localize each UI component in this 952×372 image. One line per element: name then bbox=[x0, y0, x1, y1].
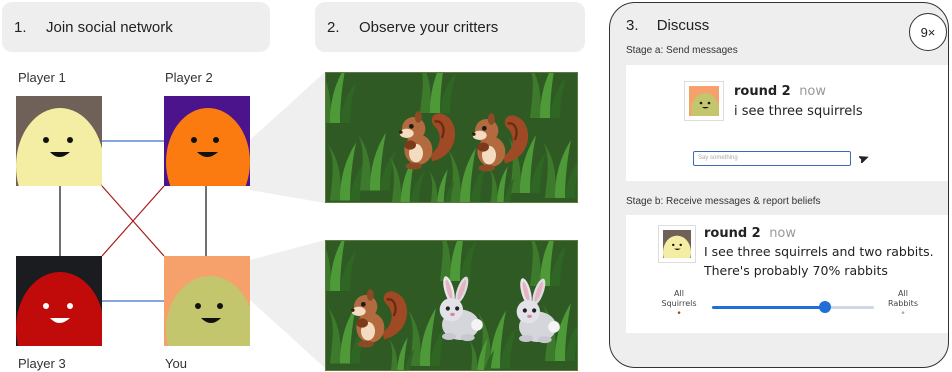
slider-left-line-2: Squirrels bbox=[661, 299, 697, 308]
stage-a-card: round 2 now i see three squirrels Say so… bbox=[626, 65, 948, 181]
critter-scene-2 bbox=[325, 240, 578, 371]
message-time: now bbox=[769, 226, 797, 241]
message-text: i see three squirrels bbox=[734, 104, 863, 119]
rabbit-icon: • bbox=[900, 309, 906, 319]
message-time: now bbox=[799, 84, 827, 99]
discuss-panel: 3. Discuss 9× Stage a: Send messages rou… bbox=[609, 2, 949, 368]
squirrel-icon: • bbox=[676, 309, 682, 319]
panel-observe-header: 2. Observe your critters bbox=[315, 2, 585, 52]
message-header: round 2 now bbox=[734, 82, 826, 100]
message-sender: round 2 bbox=[704, 226, 761, 241]
discuss-header: 3. Discuss bbox=[626, 17, 709, 34]
chat-input[interactable]: Say something bbox=[693, 151, 851, 166]
message-text-line-1: I see three squirrels and two rabbits. bbox=[704, 244, 934, 259]
you-label: You bbox=[165, 356, 187, 371]
message-header: round 2 now bbox=[704, 224, 796, 242]
panel-title: Discuss bbox=[656, 17, 710, 34]
repeat-count-badge: 9× bbox=[909, 13, 947, 51]
slider-left-line-1: All bbox=[674, 289, 684, 298]
message-avatar bbox=[684, 81, 724, 127]
player-3-label: Player 3 bbox=[18, 356, 66, 371]
panel-number: 2. bbox=[327, 18, 340, 36]
slider-fill bbox=[712, 306, 826, 309]
player-2-avatar bbox=[164, 96, 250, 186]
player-2-label: Player 2 bbox=[165, 70, 213, 85]
slider-left-label: All Squirrels • bbox=[654, 289, 704, 319]
belief-slider[interactable] bbox=[712, 301, 874, 313]
message-avatar bbox=[658, 225, 696, 270]
stage-b-card: round 2 now I see three squirrels and tw… bbox=[626, 215, 948, 333]
panel-number: 3. bbox=[626, 17, 639, 34]
slider-right-line-2: Rabbits bbox=[888, 299, 918, 308]
send-button[interactable] bbox=[856, 151, 872, 166]
slider-right-line-1: All bbox=[898, 289, 908, 298]
message-sender: round 2 bbox=[734, 84, 791, 99]
stage-a-label: Stage a: Send messages bbox=[626, 45, 738, 56]
slider-thumb[interactable] bbox=[819, 301, 832, 313]
send-icon bbox=[859, 155, 869, 163]
player-3-avatar bbox=[16, 256, 102, 346]
message-text-line-2: There's probably 70% rabbits bbox=[704, 263, 888, 278]
slider-right-label: All Rabbits • bbox=[878, 289, 928, 319]
player-1-label: Player 1 bbox=[18, 70, 66, 85]
you-avatar bbox=[164, 256, 250, 346]
stage-b-label: Stage b: Receive messages & report belie… bbox=[626, 196, 821, 207]
projection-wedges bbox=[250, 72, 325, 368]
panel-title: Observe your critters bbox=[359, 18, 499, 36]
player-1-avatar bbox=[16, 96, 102, 186]
critter-scene-1 bbox=[325, 72, 578, 203]
